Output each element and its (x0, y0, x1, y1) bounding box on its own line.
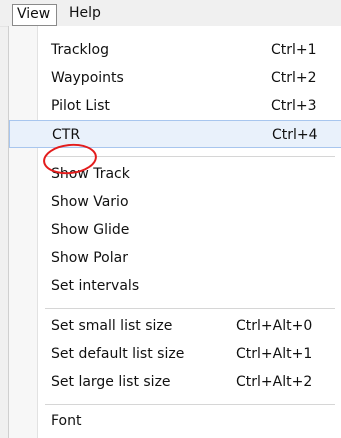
menu-item-show-glide[interactable]: Show Glide (9, 216, 341, 244)
menu-item-show-vario[interactable]: Show Vario (9, 188, 341, 216)
menu-bar: View Help (0, 0, 341, 27)
menu-item-pilot-list[interactable]: Pilot List Ctrl+3 (9, 92, 341, 120)
menu-item-label: CTR (52, 127, 81, 143)
view-menu[interactable]: View (12, 4, 57, 26)
menu-item-shortcut: Ctrl+3 (271, 98, 317, 114)
menu-item-shortcut: Ctrl+Alt+2 (236, 374, 313, 390)
menu-item-set-default-list-size[interactable]: Set default list size Ctrl+Alt+1 (9, 340, 341, 368)
menu-item-shortcut: Ctrl+2 (271, 70, 317, 86)
menu-item-show-polar[interactable]: Show Polar (9, 244, 341, 272)
menu-item-label: Set large list size (51, 374, 171, 390)
menu-item-shortcut: Ctrl+4 (272, 127, 318, 143)
menu-item-set-large-list-size[interactable]: Set large list size Ctrl+Alt+2 (9, 368, 341, 396)
menu-item-label: Show Vario (51, 194, 129, 210)
menu-item-label: Show Polar (51, 250, 128, 266)
menu-item-set-small-list-size[interactable]: Set small list size Ctrl+Alt+0 (9, 312, 341, 340)
menu-item-shortcut: Ctrl+1 (271, 42, 317, 58)
menu-item-shortcut: Ctrl+Alt+0 (236, 318, 313, 334)
view-dropdown-menu: Tracklog Ctrl+1 Waypoints Ctrl+2 Pilot L… (8, 26, 341, 438)
menu-item-label: Tracklog (51, 42, 109, 58)
menu-item-label: Waypoints (51, 70, 124, 86)
menu-item-set-intervals[interactable]: Set intervals (9, 272, 341, 300)
screenshot-root: View Help Tracklog Ctrl+1 Waypoints Ctrl… (0, 0, 341, 438)
menu-item-shortcut: Ctrl+Alt+1 (236, 346, 313, 362)
menu-item-label: Set default list size (51, 346, 185, 362)
menu-item-ctr[interactable]: CTR Ctrl+4 (9, 120, 341, 148)
menu-separator (45, 404, 335, 405)
menu-item-label: Show Glide (51, 222, 130, 238)
menu-separator (45, 308, 335, 309)
menu-item-label: Pilot List (51, 98, 110, 114)
menu-item-label: Set intervals (51, 278, 140, 294)
menu-item-font[interactable]: Font (9, 407, 341, 435)
menu-item-tracklog[interactable]: Tracklog Ctrl+1 (9, 36, 341, 64)
menu-item-label: Font (51, 413, 82, 429)
menu-item-label: Set small list size (51, 318, 173, 334)
menu-item-waypoints[interactable]: Waypoints Ctrl+2 (9, 64, 341, 92)
help-menu[interactable]: Help (66, 4, 104, 22)
